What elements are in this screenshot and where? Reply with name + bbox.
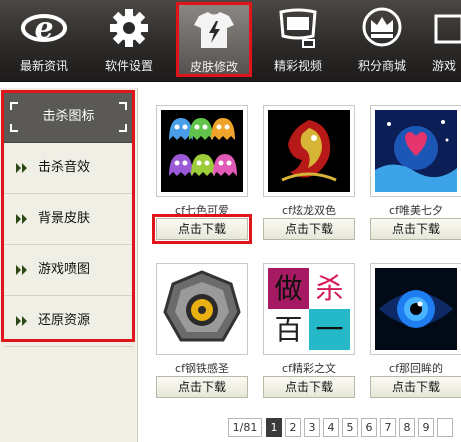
toolbar-item-video[interactable]: 精彩视频 [260,0,336,80]
download-button[interactable]: 点击下载 [263,376,355,398]
skin-thumbnail[interactable] [156,105,248,197]
glyph-tile: 一 [309,309,350,350]
eye-icon [379,290,453,328]
toolbar-label: 游戏 [432,59,457,73]
skin-title: cf钢铁感圣 [175,362,229,375]
double-arrow-icon [16,265,27,275]
page-current[interactable]: 1 [266,418,282,437]
page-link[interactable]: 9 [418,418,434,437]
toolbar-item-news[interactable]: e 最新资讯 [8,0,80,80]
page-link[interactable]: 6 [361,418,377,437]
page-link[interactable] [437,418,453,437]
shirt-icon [194,12,234,48]
video-icon [279,8,317,48]
svg-text:e: e [34,11,53,46]
double-arrow-icon [16,316,27,326]
dragon-icon [281,120,337,182]
sidebar-item-label: 击杀图标 [42,109,95,124]
page-link[interactable]: 3 [304,418,320,437]
crown-badge-icon [362,7,402,47]
sidebar: 击杀图标 击杀音效 背景皮肤 游戏喷图 还原资源 [0,88,138,442]
qixi-lovers-icon [375,120,457,192]
toolbar-label: 最新资讯 [19,59,68,73]
ghost-icon-orange [211,118,235,140]
sidebar-item-kill-sound[interactable]: 击杀音效 [4,143,133,194]
skin-grid: cf七色可爱 点击下载 cf炫龙双色 点击下载 cf唯美七夕 点击下载 cf钢铁… [139,88,461,442]
glyph-tile: 做 [268,268,309,309]
download-button[interactable]: 点击下载 [156,376,248,398]
page-link[interactable]: 5 [342,418,358,437]
sidebar-item-label: 背景皮肤 [38,211,91,226]
page-total: 1/81 [228,418,262,437]
download-button[interactable]: 点击下载 [263,218,355,240]
skin-thumbnail[interactable] [370,263,461,355]
skin-title: cf炫龙双色 [282,204,336,217]
gear-icon [110,9,148,47]
toolbar-item-settings[interactable]: 软件设置 [92,0,166,80]
double-arrow-icon [16,214,27,224]
steel-emblem-icon [163,270,241,342]
sidebar-item-restore[interactable]: 还原资源 [4,296,133,347]
skin-thumbnail[interactable] [156,263,248,355]
toolbar-label: 积分商城 [357,59,406,73]
sidebar-item-label: 还原资源 [38,313,91,328]
download-button[interactable]: 点击下载 [370,376,461,398]
toolbar-label: 软件设置 [104,59,153,73]
sidebar-item-background-skin[interactable]: 背景皮肤 [4,194,133,245]
toolbar-item-game[interactable]: 游戏 [432,0,461,80]
sidebar-item-label: 击杀音效 [38,160,91,175]
sidebar-item-label: 游戏喷图 [38,262,91,277]
toolbar-item-mall[interactable]: 积分商城 [344,0,420,80]
sidebar-item-game-spray[interactable]: 游戏喷图 [4,245,133,296]
ghost-icon-purple [169,154,193,176]
download-button[interactable]: 点击下载 [152,214,252,244]
game-icon [434,14,461,44]
ghost-icon-lime [191,154,215,176]
page-link[interactable]: 2 [285,418,301,437]
skin-title: cf那回眸的 [389,362,443,375]
glyph-tile: 百 [268,309,309,350]
skin-thumbnail[interactable]: 做 杀 百 一 [263,263,355,355]
top-toolbar: e 最新资讯 软件设置 皮肤修改 精彩视频 积分商城 游戏 [0,0,461,82]
skin-title: cf精彩之文 [282,362,336,375]
ghost-icon-pink [213,154,237,176]
skin-title: cf七色可爱 [175,204,229,217]
sidebar-item-kill-icon[interactable]: 击杀图标 [4,92,133,143]
toolbar-item-skin[interactable]: 皮肤修改 [176,2,252,77]
page-link[interactable]: 7 [380,418,396,437]
skin-title: cf唯美七夕 [389,204,443,217]
download-button[interactable]: 点击下载 [370,218,461,240]
skin-thumbnail[interactable] [370,105,461,197]
skin-thumbnail[interactable] [263,105,355,197]
toolbar-label: 精彩视频 [273,59,322,73]
page-link[interactable]: 4 [323,418,339,437]
double-arrow-icon [16,163,27,173]
toolbar-label: 皮肤修改 [189,60,238,74]
ie-logo-icon: e [21,11,67,46]
glyph-tile: 杀 [309,268,350,309]
page-link[interactable]: 8 [399,418,415,437]
